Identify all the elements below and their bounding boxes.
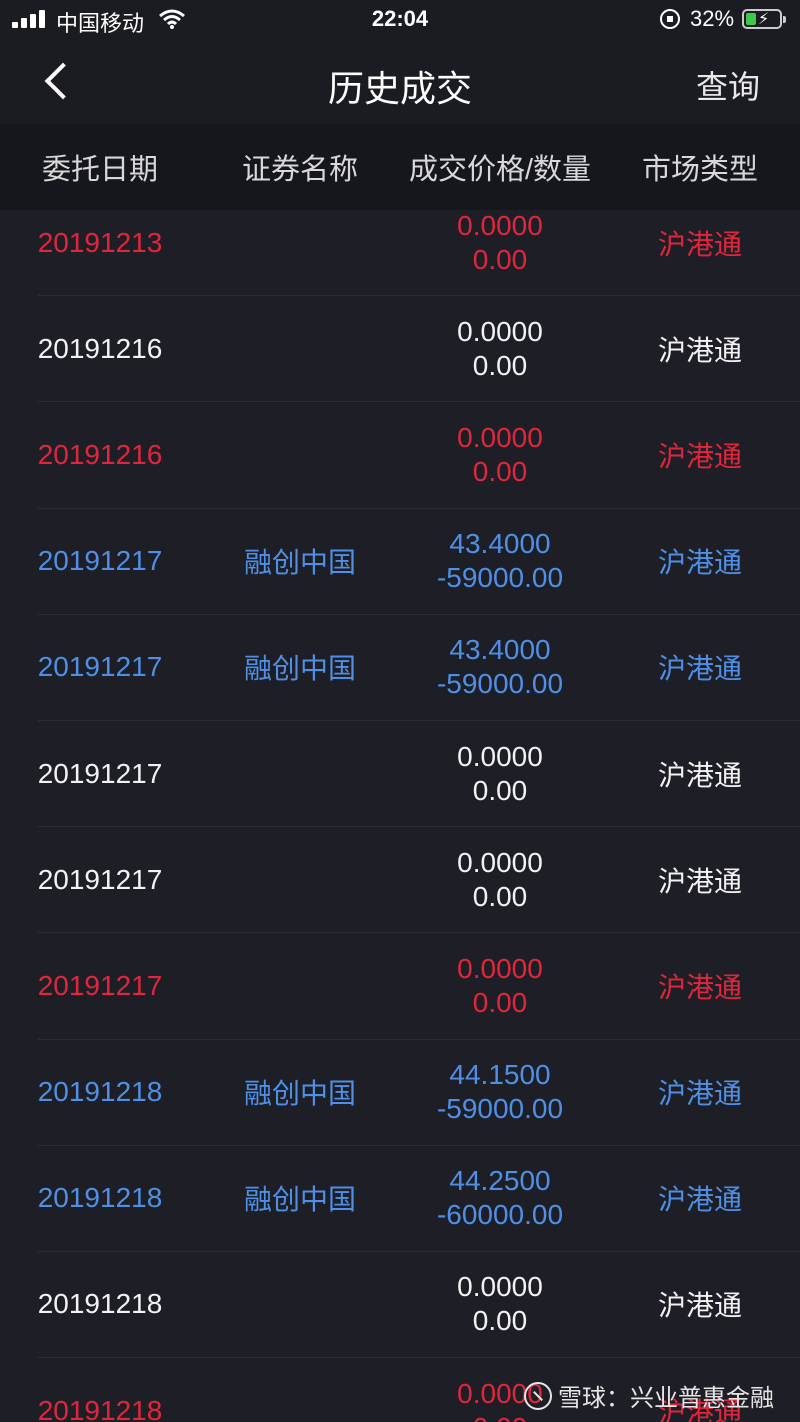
table-row[interactable]: 20191217 0.0000 0.00 沪港通 xyxy=(38,721,800,828)
cell-market-type: 沪港通 xyxy=(657,334,742,366)
battery-percentage: 32% xyxy=(690,6,735,31)
cell-order-date: 20191217 xyxy=(37,545,163,577)
cell-price: 44.1500 xyxy=(449,1059,551,1091)
cell-price-quantity: 44.1500 -59000.00 xyxy=(400,1058,600,1126)
table-row[interactable]: 20191218 融创中国 44.1500 -59000.00 沪港通 xyxy=(38,1040,800,1146)
cell-quantity: 0.00 xyxy=(472,774,528,806)
watermark: 雪球：兴业普惠金融 xyxy=(524,1378,774,1413)
cell-quantity: -59000.00 xyxy=(436,1093,564,1125)
xueqiu-logo-icon xyxy=(524,1381,552,1410)
status-time: 22:04 xyxy=(371,6,429,31)
cell-order-date: 20191213 xyxy=(37,226,163,258)
cell-quantity: 0.00 xyxy=(472,455,528,487)
cell-security-name: 融创中国 xyxy=(243,1184,356,1216)
cell-order-date: 20191217 xyxy=(37,757,163,789)
cell-order-date: 20191217 xyxy=(37,863,163,895)
cell-price: 0.0000 xyxy=(457,209,543,241)
table-row[interactable]: 20191218 融创中国 44.2500 -60000.00 沪港通 xyxy=(38,1146,800,1252)
cell-price-quantity: 0.00000.00 xyxy=(400,1270,600,1338)
cell-price-quantity: 0.00000.00 xyxy=(400,421,600,489)
cell-market-type: 沪港通 xyxy=(657,228,742,260)
cell-price-quantity: 0.00000.00 xyxy=(400,209,600,277)
header-security-name[interactable]: 证券名称 xyxy=(200,146,400,188)
cell-quantity: 0.00 xyxy=(472,349,528,381)
cell-quantity: -60000.00 xyxy=(436,1199,564,1231)
status-bar: 中国移动 22:04 32% ⚡ xyxy=(0,0,800,40)
table-row[interactable]: 20191213 0.0000 0.00 沪港通 xyxy=(38,190,800,297)
cell-order-date: 20191218 xyxy=(37,1394,163,1422)
cell-market-type: 沪港通 xyxy=(657,1184,742,1216)
cell-market-type: 沪港通 xyxy=(657,1290,742,1322)
cell-market-type: 沪港通 xyxy=(657,440,742,472)
watermark-text: 雪球：兴业普惠金融 xyxy=(558,1385,774,1412)
cell-price-quantity: 0.00000.00 xyxy=(400,315,600,383)
cell-order-date: 20191216 xyxy=(37,332,163,364)
header-price-quantity[interactable]: 成交价格/数量 xyxy=(400,146,600,188)
cell-price: 0.0000 xyxy=(457,952,543,984)
cell-price-quantity: 43.4000 -59000.00 xyxy=(400,527,600,595)
cell-security-name: 融创中国 xyxy=(243,653,356,685)
cell-security-name: 融创中国 xyxy=(243,1078,356,1110)
battery-icon: ⚡ xyxy=(742,9,786,29)
cell-quantity: 0.00 xyxy=(472,986,528,1018)
cell-quantity: 0.00 xyxy=(472,243,528,275)
table-row[interactable]: 20191217 0.0000 0.00 沪港通 xyxy=(38,827,800,934)
cell-market-type: 沪港通 xyxy=(657,971,742,1003)
cell-quantity: 0.00 xyxy=(472,880,528,912)
navigation-bar: 历史成交 查询 xyxy=(0,40,800,124)
table-row[interactable]: 20191217 融创中国 43.4000 -59000.00 沪港通 xyxy=(38,615,800,721)
cell-order-date: 20191218 xyxy=(37,1182,163,1214)
cell-market-type: 沪港通 xyxy=(657,1078,742,1110)
cell-order-date: 20191216 xyxy=(37,438,163,470)
cell-price-quantity: 43.4000 -59000.00 xyxy=(400,633,600,701)
header-order-date[interactable]: 委托日期 xyxy=(0,146,200,188)
table-row[interactable]: 20191218 0.00000.00 沪港通 xyxy=(38,1252,800,1359)
cell-market-type: 沪港通 xyxy=(657,759,742,791)
cell-price-quantity: 44.2500 -60000.00 xyxy=(400,1164,600,1232)
header-market-type[interactable]: 市场类型 xyxy=(600,146,800,188)
cell-price: 44.2500 xyxy=(449,1165,551,1197)
cell-market-type: 沪港通 xyxy=(657,865,742,897)
cell-quantity: -59000.00 xyxy=(436,562,564,594)
cell-price: 43.4000 xyxy=(449,634,551,666)
cell-price: 0.0000 xyxy=(457,846,543,878)
cell-price: 0.0000 xyxy=(457,740,543,772)
cell-price: 0.0000 xyxy=(457,1271,543,1303)
cell-quantity: 0.00 xyxy=(472,1305,528,1337)
table-row[interactable]: 20191217 融创中国 43.4000 -59000.00 沪港通 xyxy=(38,509,800,615)
cell-security-name: 融创中国 xyxy=(243,547,356,579)
page-title: 历史成交 xyxy=(327,68,472,109)
cell-quantity: -59000.00 xyxy=(436,668,564,700)
rotation-lock-icon xyxy=(660,9,680,29)
table-row[interactable]: 20191216 0.0000 0.00 沪港通 xyxy=(38,402,800,509)
table-row[interactable]: 20191216 0.0000 0.00 沪港通 xyxy=(38,296,800,403)
cell-order-date: 20191218 xyxy=(37,1288,163,1320)
trade-history-list[interactable]: 20191213 0.0000 0.00 沪港通 20191216 0.0000 0.00 沪… xyxy=(0,190,800,1422)
cell-price-quantity: 0.00000.00 xyxy=(400,846,600,914)
cell-price-quantity: 0.00000.00 xyxy=(400,740,600,808)
cell-price-quantity: 0.00000.00 xyxy=(400,952,600,1020)
table-row[interactable]: 20191217 0.0000 0.00 沪港通 xyxy=(38,933,800,1040)
query-button[interactable]: 查询 xyxy=(696,62,760,108)
cell-price: 0.0000 xyxy=(457,315,543,347)
cell-price: 0.0000 xyxy=(457,421,543,453)
cell-price: 43.4000 xyxy=(449,528,551,560)
cell-market-type: 沪港通 xyxy=(657,653,742,685)
cell-market-type: 沪港通 xyxy=(657,547,742,579)
cell-order-date: 20191217 xyxy=(37,969,163,1001)
cell-order-date: 20191217 xyxy=(37,651,163,683)
cell-order-date: 20191218 xyxy=(37,1076,163,1108)
